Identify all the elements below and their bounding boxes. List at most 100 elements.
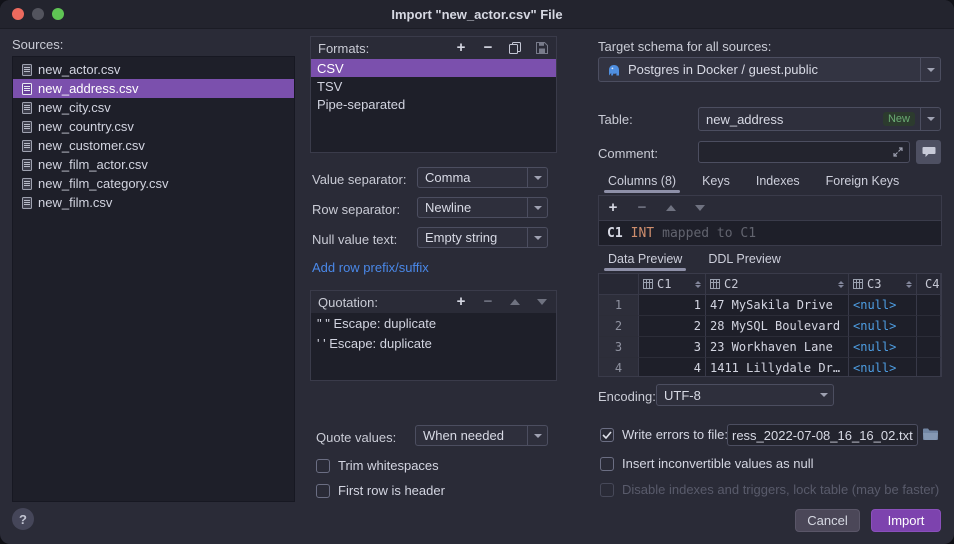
value-separator-select[interactable]: Comma (417, 167, 548, 188)
insert-null-checkbox[interactable]: Insert inconvertible values as null (600, 456, 814, 471)
source-item[interactable]: new_city.csv (13, 98, 294, 117)
move-up-icon[interactable] (508, 295, 522, 309)
table-cell[interactable]: 4 (639, 358, 706, 376)
formats-label: Formats: (318, 40, 370, 56)
trim-whitespaces-checkbox[interactable]: Trim whitespaces (316, 458, 439, 473)
source-item-selected[interactable]: new_address.csv (13, 79, 294, 98)
preview-tabs: Data Preview DDL Preview (603, 249, 781, 271)
disable-indexes-checkbox: Disable indexes and triggers, lock table… (600, 482, 939, 497)
add-format-icon[interactable]: + (454, 40, 468, 55)
file-icon (22, 139, 32, 152)
chevron-down-icon (527, 168, 547, 187)
table-cell[interactable]: <null> (849, 316, 917, 337)
table-column-icon (643, 279, 653, 289)
format-item[interactable]: TSV (311, 77, 556, 95)
write-errors-checkbox[interactable]: Write errors to file: (600, 427, 728, 442)
browse-folder-icon[interactable] (922, 427, 939, 441)
move-up-icon[interactable] (664, 201, 678, 215)
tab-keys[interactable]: Keys (702, 174, 730, 193)
target-schema-label: Target schema for all sources: (598, 39, 772, 54)
add-row-prefix-suffix-link[interactable]: Add row prefix/suffix (312, 260, 429, 275)
tab-columns[interactable]: Columns (8) (603, 174, 681, 193)
encoding-select[interactable]: UTF-8 (656, 384, 834, 406)
tab-ddl-preview[interactable]: DDL Preview (708, 252, 780, 271)
import-dialog: Import "new_actor.csv" File Sources: new… (0, 0, 954, 544)
table-cell[interactable]: 1411 Lillydale Dr… (706, 358, 849, 376)
checkbox-unchecked-icon (600, 482, 614, 497)
checkbox-unchecked-icon (316, 458, 330, 473)
table-cell[interactable]: 23 Workhaven Lane (706, 337, 849, 358)
row-separator-label: Row separator: (312, 202, 401, 217)
format-item-selected[interactable]: CSV (311, 59, 556, 77)
table-combobox[interactable]: new_address New (698, 107, 941, 131)
quotation-item[interactable]: ' ' Escape: duplicate (311, 333, 556, 353)
quote-values-select[interactable]: When needed (415, 425, 548, 446)
save-format-icon[interactable] (535, 41, 549, 55)
move-down-icon[interactable] (535, 295, 549, 309)
column-header[interactable]: C4 (917, 274, 941, 295)
source-item[interactable]: new_country.csv (13, 117, 294, 136)
table-cell[interactable] (917, 295, 941, 316)
column-header[interactable]: C2 (706, 274, 849, 295)
source-item[interactable]: new_actor.csv (13, 60, 294, 79)
target-schema-select[interactable]: Postgres in Docker / guest.public (598, 57, 941, 82)
source-item[interactable]: new_film_actor.csv (13, 155, 294, 174)
remove-column-icon[interactable]: − (635, 200, 649, 215)
sort-icon[interactable] (695, 280, 701, 288)
copy-format-icon[interactable] (508, 41, 522, 55)
sort-icon[interactable] (838, 280, 844, 288)
null-value-text-select[interactable]: Empty string (417, 227, 548, 248)
table-cell[interactable]: 3 (639, 337, 706, 358)
chevron-down-icon (527, 228, 547, 247)
table-cell[interactable]: 47 MySakila Drive (706, 295, 849, 316)
source-item-label: new_film.csv (38, 195, 113, 210)
source-item[interactable]: new_customer.csv (13, 136, 294, 155)
column-header[interactable]: C1 (639, 274, 706, 295)
add-column-icon[interactable]: + (606, 200, 620, 215)
comment-label: Comment: (598, 146, 658, 161)
remove-quotation-icon[interactable]: − (481, 294, 495, 309)
table-cell[interactable]: <null> (849, 337, 917, 358)
source-item-label: new_film_actor.csv (38, 157, 148, 172)
tab-indexes[interactable]: Indexes (756, 174, 800, 193)
source-item[interactable]: new_film.csv (13, 193, 294, 212)
help-button[interactable]: ? (12, 508, 34, 530)
add-quotation-icon[interactable]: + (454, 294, 468, 309)
quotation-item[interactable]: " " Escape: duplicate (311, 313, 556, 333)
first-row-header-checkbox[interactable]: First row is header (316, 483, 445, 498)
structure-tabs: Columns (8) Keys Indexes Foreign Keys (603, 171, 900, 193)
table-cell[interactable]: 2 (639, 316, 706, 337)
table-cell[interactable] (917, 358, 941, 376)
table-cell[interactable]: 28 MySQL Boulevard (706, 316, 849, 337)
sort-icon[interactable] (906, 280, 912, 288)
import-button[interactable]: Import (871, 509, 941, 532)
tab-foreign-keys[interactable]: Foreign Keys (826, 174, 900, 193)
table-cell[interactable] (917, 337, 941, 358)
source-item[interactable]: new_film_category.csv (13, 174, 294, 193)
row-number-cell: 3 (599, 337, 639, 358)
comment-input[interactable] (698, 141, 910, 163)
source-item-label: new_actor.csv (38, 62, 121, 77)
source-item-label: new_city.csv (38, 100, 111, 115)
table-cell[interactable] (917, 316, 941, 337)
table-column-icon (853, 279, 863, 289)
table-cell[interactable]: <null> (849, 295, 917, 316)
format-item[interactable]: Pipe-separated (311, 95, 556, 113)
error-file-input[interactable]: ress_2022-07-08_16_16_02.txt (727, 424, 918, 446)
remove-format-icon[interactable]: − (481, 40, 495, 55)
columns-toolbar: + − (599, 196, 941, 221)
table-cell[interactable]: <null> (849, 358, 917, 376)
checkbox-checked-icon (600, 427, 614, 442)
tab-data-preview[interactable]: Data Preview (603, 252, 687, 271)
row-separator-select[interactable]: Newline (417, 197, 548, 218)
move-down-icon[interactable] (693, 201, 707, 215)
column-name: C1 (607, 225, 623, 241)
cancel-button[interactable]: Cancel (795, 509, 860, 532)
source-item-label: new_film_category.csv (38, 176, 169, 191)
expand-icon[interactable] (892, 146, 904, 158)
table-cell[interactable]: 1 (639, 295, 706, 316)
column-header[interactable]: C3 (849, 274, 917, 295)
column-definition-row[interactable]: C1 INT mapped to C1 (599, 221, 941, 245)
comment-bubble-button[interactable] (916, 140, 941, 164)
row-number-cell: 1 (599, 295, 639, 316)
